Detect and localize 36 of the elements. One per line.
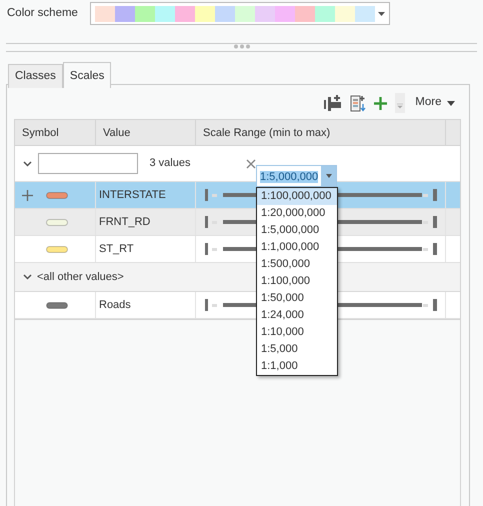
table-cell-text: INTERSTATE [98, 188, 166, 203]
column-header[interactable]: Scale Range (min to max) [196, 120, 446, 145]
group-heading: <all other values> [37, 270, 124, 285]
clear-icon[interactable] [246, 158, 256, 168]
dropdown-option[interactable]: 1:5,000,000 [257, 222, 337, 239]
splitter-grip-icon[interactable] [232, 44, 250, 49]
add-icon[interactable] [22, 190, 33, 200]
dropdown-option[interactable]: 1:50,000 [257, 290, 337, 307]
filter-input[interactable] [38, 153, 138, 174]
scale-combo-box[interactable]: 1:5,000,000 [256, 165, 337, 187]
dropdown-option[interactable]: 1:10,000 [257, 324, 337, 341]
dropdown-option[interactable]: 1:1,000 [257, 358, 337, 375]
more-menu-button[interactable]: More [413, 94, 457, 112]
dropdown-option[interactable]: 1:100,000,000 [257, 188, 337, 205]
column-header[interactable]: Symbol [15, 120, 96, 145]
list-sort-icon[interactable] [350, 94, 366, 112]
collapse-chevron-icon[interactable] [23, 160, 32, 166]
caret-icon[interactable] [326, 174, 332, 178]
caret-icon [378, 12, 385, 16]
value-count: 3 values [150, 156, 190, 172]
dropdown-option[interactable]: 1:100,000 [257, 273, 337, 290]
color-scheme-dropdown[interactable] [90, 2, 390, 25]
add-icon[interactable] [374, 96, 388, 110]
table-cell-text: Roads [98, 298, 131, 313]
dropdown-option[interactable]: 1:1,000,000 [257, 239, 337, 256]
line-symbol-icon[interactable] [46, 302, 68, 308]
dropdown-option[interactable]: 1:5,000 [257, 341, 337, 358]
column-header[interactable]: Value [96, 120, 196, 145]
collapse-chevron-icon[interactable] [23, 274, 32, 280]
table-cell-text: ST_RT [98, 242, 134, 257]
table-cell-text: FRNT_RD [98, 214, 150, 230]
caret-icon[interactable] [447, 100, 455, 106]
tab[interactable]: Classes [8, 64, 63, 88]
add-field-icon[interactable] [324, 95, 342, 111]
tab[interactable]: Scales [62, 62, 112, 88]
color-scheme-label: Color scheme [7, 6, 79, 21]
